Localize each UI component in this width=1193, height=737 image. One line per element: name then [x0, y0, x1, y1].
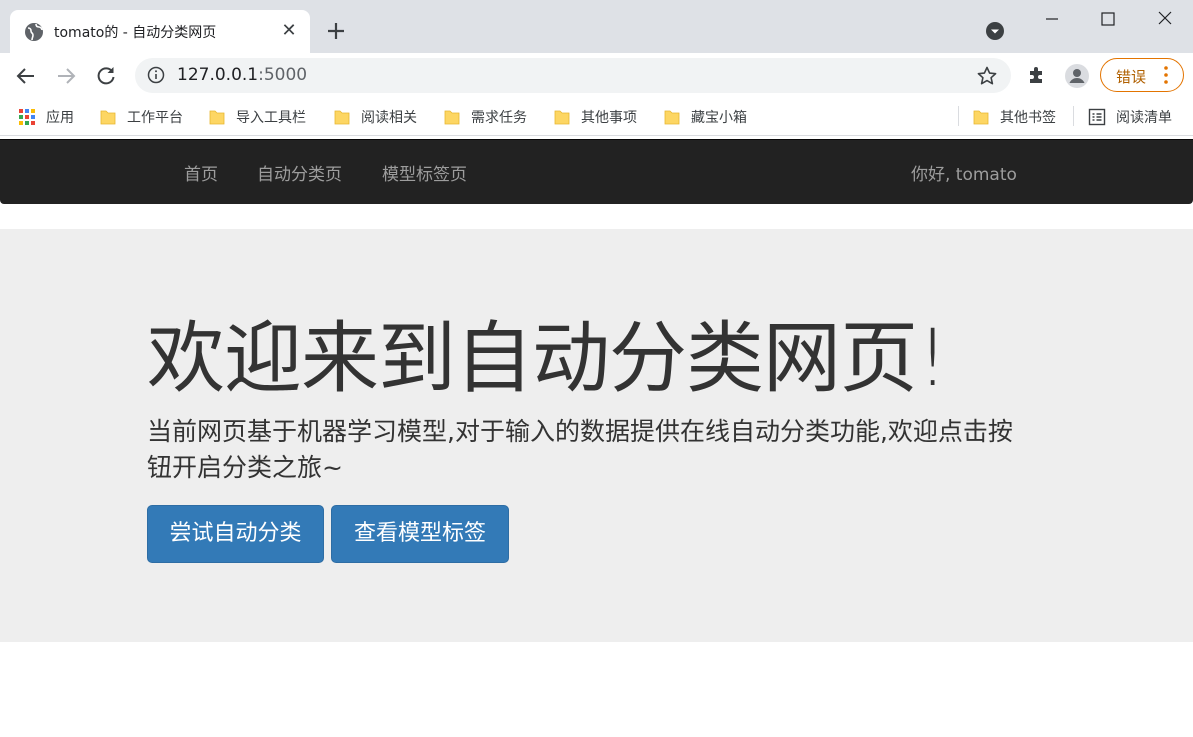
bookmarks-separator	[1073, 106, 1074, 126]
bookmark-label: 导入工具栏	[236, 110, 306, 126]
address-bar[interactable]: 127.0.0.1:5000	[135, 58, 1011, 93]
tab-title: tomato的 - 自动分类网页	[54, 25, 217, 41]
page-description: 当前网页基于机器学习模型,对于输入的数据提供在线自动分类功能,欢迎点击按钮开启分…	[147, 417, 1013, 482]
folder-icon	[444, 110, 460, 125]
bookmark-label: 工作平台	[127, 110, 183, 126]
browser-tab-active[interactable]: tomato的 - 自动分类网页 ✕	[10, 10, 310, 53]
bookmark-label: 藏宝小箱	[691, 110, 747, 126]
folder-icon	[554, 110, 570, 125]
window-maximize-icon[interactable]	[1094, 8, 1122, 30]
tab-search-icon[interactable]	[985, 21, 1005, 41]
folder-icon	[100, 110, 116, 125]
bookmark-label: 阅读相关	[361, 110, 417, 126]
folder-icon	[209, 110, 225, 125]
welcome-jumbotron: 欢迎来到自动分类网页! 当前网页基于机器学习模型,对于输入的数据提供在线自动分类…	[0, 229, 1193, 642]
page-title: 欢迎来到自动分类网页!	[147, 314, 948, 404]
reload-icon[interactable]	[93, 63, 119, 89]
error-label: 错误	[1116, 68, 1147, 86]
nav-link-model-labels[interactable]: 模型标签页	[382, 160, 467, 185]
folder-icon	[973, 110, 989, 125]
window-close-icon[interactable]	[1151, 8, 1179, 30]
folder-icon	[334, 110, 350, 125]
folder-icon	[664, 110, 680, 125]
user-greeting: 你好, tomato	[911, 165, 1017, 185]
new-tab-plus-icon[interactable]	[323, 18, 349, 44]
tab-close-icon[interactable]: ✕	[278, 20, 300, 42]
bookmarks-separator	[958, 106, 959, 126]
profile-error-chip[interactable]: 错误	[1100, 58, 1184, 92]
bookmark-label: 需求任务	[471, 110, 527, 126]
bookmark-label: 其他书签	[1000, 110, 1056, 126]
kebab-menu-icon[interactable]	[1161, 64, 1171, 86]
bookmarks-bar: 应用 工作平台 导入工具栏 阅读相关 需求任务 其他事项 藏宝小箱 其他书签 阅…	[0, 98, 1193, 136]
profile-avatar-icon[interactable]	[1064, 63, 1090, 89]
bookmark-label: 应用	[46, 110, 74, 126]
forward-arrow-icon[interactable]	[53, 63, 79, 89]
bookmark-label: 阅读清单	[1116, 110, 1172, 126]
bookmark-label: 其他事项	[581, 110, 637, 126]
site-navbar: 首页 自动分类页 模型标签页 你好, tomato	[0, 139, 1193, 204]
window-minimize-icon[interactable]	[1038, 8, 1066, 30]
browser-tab-strip: tomato的 - 自动分类网页 ✕	[0, 0, 1193, 53]
reading-list-icon	[1088, 108, 1106, 126]
bookmark-star-icon[interactable]	[976, 65, 998, 87]
try-auto-classify-button[interactable]: 尝试自动分类	[147, 505, 324, 563]
nav-link-home[interactable]: 首页	[184, 160, 218, 185]
site-info-icon[interactable]	[147, 66, 165, 84]
globe-icon	[25, 23, 43, 41]
address-url[interactable]: 127.0.0.1:5000	[177, 65, 307, 85]
view-model-labels-button[interactable]: 查看模型标签	[331, 505, 509, 563]
back-arrow-icon[interactable]	[13, 63, 39, 89]
extensions-puzzle-icon[interactable]	[1026, 64, 1048, 86]
apps-grid-icon	[19, 109, 35, 125]
nav-link-auto-classify[interactable]: 自动分类页	[257, 160, 342, 185]
browser-toolbar: 127.0.0.1:5000 错误	[0, 53, 1193, 98]
url-port: :5000	[258, 65, 308, 85]
url-host: 127.0.0.1	[177, 65, 259, 85]
